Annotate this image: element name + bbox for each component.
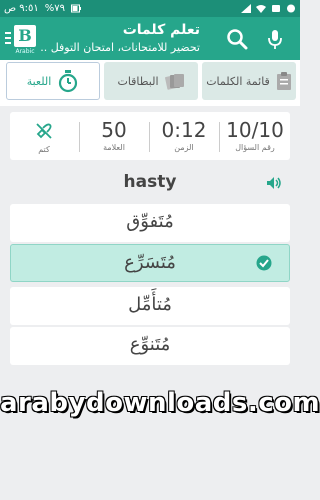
question-number: 10/10 — [226, 118, 284, 142]
signal-icon — [241, 4, 251, 13]
stat-divider — [79, 122, 80, 152]
answer-option[interactable]: مُتَفوِّق — [10, 204, 290, 242]
app-logo-caption: Arabic — [15, 48, 35, 55]
tab-flashcards[interactable]: البطاقات — [104, 62, 198, 100]
answer-option-text: مُتَسَرِّع — [124, 252, 176, 273]
status-bar-left: ٩:٥١ ص %٧٩ — [4, 3, 82, 14]
wifi-icon — [256, 5, 266, 13]
mute-toggle[interactable]: كتم — [10, 112, 78, 160]
battery-icon — [71, 4, 82, 13]
score-label: العلامة — [103, 143, 125, 152]
watermark: arabydownloads.com — [0, 388, 320, 418]
mute-label: كتم — [38, 145, 50, 154]
score-value: 50 — [101, 118, 127, 142]
speaker-icon[interactable] — [266, 176, 282, 190]
notification-icon — [272, 5, 280, 12]
answer-option[interactable]: مُتَنوِّع — [10, 327, 290, 365]
messenger-icon — [287, 4, 295, 13]
stopwatch-icon — [59, 70, 78, 93]
tab-flashcards-label: البطاقات — [117, 74, 159, 88]
app-subtitle: تحضير للامتحانات، امتحان التوفل ... — [40, 41, 200, 54]
menu-icon[interactable] — [3, 29, 13, 47]
question-number-label: رقم السؤال — [235, 143, 275, 152]
tab-word-list[interactable]: قائمة الكلمات — [202, 62, 296, 100]
stat-divider — [219, 122, 220, 152]
mode-tabs: قائمة الكلمات البطاقات اللعبة — [0, 60, 300, 106]
quiz-stats: 10/10 رقم السؤال 0:12 الزمن 50 العلامة ك… — [10, 112, 290, 160]
clipboard-icon — [276, 72, 291, 90]
stat-score: 50 العلامة — [80, 112, 148, 160]
answer-option-selected[interactable]: مُتَسَرِّع — [10, 244, 290, 282]
stat-time: 0:12 الزمن — [150, 112, 218, 160]
tab-game[interactable]: اللعبة — [6, 62, 100, 100]
cards-icon — [164, 74, 184, 90]
stat-question: 10/10 رقم السؤال — [220, 112, 290, 160]
status-bar-right — [241, 4, 296, 13]
tab-word-list-label: قائمة الكلمات — [206, 74, 270, 88]
app-toolbar: B Arabic تعلم كلمات تحضير للامتحانات، ام… — [0, 17, 300, 60]
status-time: ٩:٥١ ص — [4, 3, 39, 14]
answer-option[interactable]: مُتأَمِّل — [10, 287, 290, 325]
search-icon[interactable] — [226, 28, 248, 50]
elapsed-time-label: الزمن — [174, 143, 194, 152]
status-bar: ٩:٥١ ص %٧٩ — [0, 0, 300, 17]
mute-icon — [36, 123, 52, 139]
microphone-icon[interactable] — [264, 28, 286, 50]
app-logo[interactable]: B — [14, 25, 36, 47]
tab-game-label: اللعبة — [26, 74, 52, 88]
elapsed-time: 0:12 — [161, 118, 207, 142]
battery-text: %٧٩ — [44, 3, 66, 14]
stat-divider — [149, 122, 150, 152]
app-title: تعلم كلمات — [122, 22, 200, 38]
quiz-word: hasty — [123, 172, 177, 192]
check-icon — [256, 255, 272, 271]
